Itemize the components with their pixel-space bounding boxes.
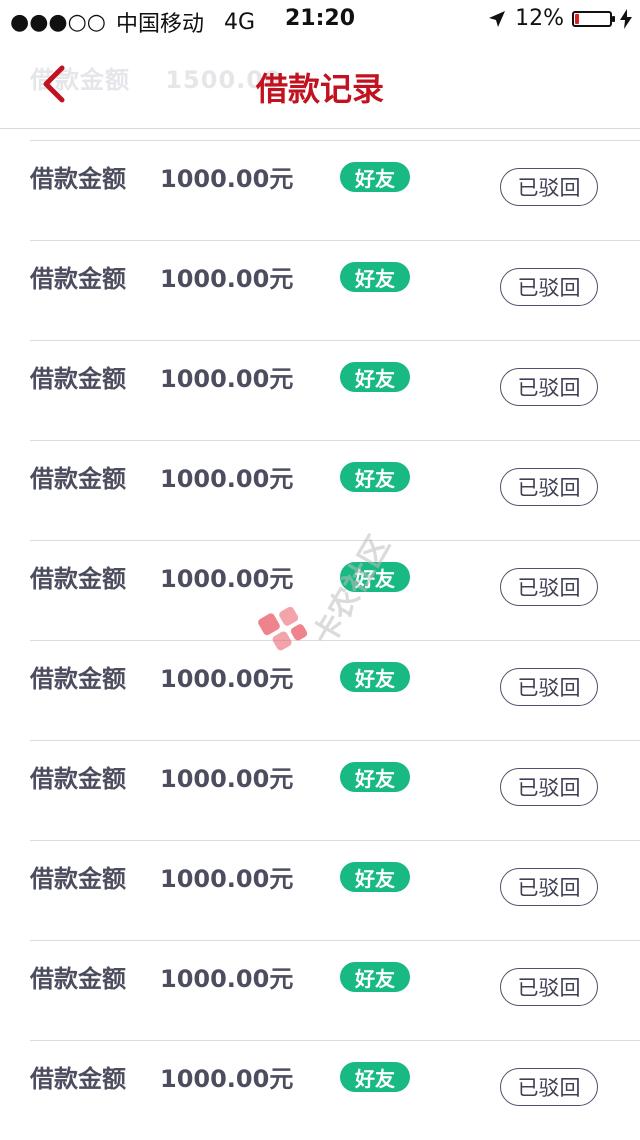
loan-amount-value: 1000.00元: [160, 565, 294, 593]
status-badge: 已驳回: [500, 1068, 598, 1106]
friend-tag: 好友: [340, 862, 410, 892]
status-badge: 已驳回: [500, 768, 598, 806]
loan-amount-label: 借款金额: [30, 565, 126, 593]
loan-amount-label: 借款金额: [30, 665, 126, 693]
loan-amount-label: 借款金额: [30, 165, 126, 193]
friend-tag: 好友: [340, 462, 410, 492]
loan-amount-label: 借款金额: [30, 865, 126, 893]
loan-record-list: 借款金额 1000.00元 好友 已驳回 借款金额 1000.00元 好友 已驳…: [0, 140, 640, 1140]
charging-bolt-icon: [620, 8, 632, 29]
friend-tag: 好友: [340, 662, 410, 692]
status-right: 12%: [487, 6, 632, 31]
list-item[interactable]: 借款金额 1000.00元 好友 已驳回: [30, 940, 640, 1040]
list-item[interactable]: 借款金额 1000.00元 好友 已驳回: [30, 240, 640, 340]
loan-amount-value: 1000.00元: [160, 765, 294, 793]
status-badge: 已驳回: [500, 268, 598, 306]
status-badge: 已驳回: [500, 368, 598, 406]
list-item[interactable]: 借款金额 1000.00元 好友 已驳回: [30, 1040, 640, 1140]
loan-amount-value: 1000.00元: [160, 965, 294, 993]
status-bar: ●●●○○ 中国移动 4G 21:20 12%: [0, 0, 640, 40]
friend-tag: 好友: [340, 362, 410, 392]
page-title: 借款记录: [255, 70, 384, 108]
list-item[interactable]: 借款金额 1000.00元 好友 已驳回: [30, 840, 640, 940]
loan-amount-label: 借款金额: [30, 265, 126, 293]
nav-bar: 借款金额 1500.00 借款记录: [0, 40, 640, 129]
loan-amount-value: 1000.00元: [160, 265, 294, 293]
list-item[interactable]: 借款金额 1000.00元 好友 已驳回: [30, 640, 640, 740]
loan-amount-value: 1000.00元: [160, 365, 294, 393]
list-item[interactable]: 借款金额 1000.00元 好友 已驳回: [30, 440, 640, 540]
status-badge: 已驳回: [500, 568, 598, 606]
loan-amount-value: 1000.00元: [160, 165, 294, 193]
battery-fill: [575, 13, 579, 24]
friend-tag: 好友: [340, 262, 410, 292]
status-badge: 已驳回: [500, 968, 598, 1006]
location-arrow-icon: [489, 10, 506, 27]
battery-icon: [572, 10, 615, 27]
friend-tag: 好友: [340, 1062, 410, 1092]
list-item[interactable]: 借款金额 1000.00元 好友 已驳回: [30, 340, 640, 440]
loan-amount-value: 1000.00元: [160, 865, 294, 893]
loan-amount-label: 借款金额: [30, 465, 126, 493]
list-item[interactable]: 借款金额 1000.00元 好友 已驳回: [30, 740, 640, 840]
status-badge: 已驳回: [500, 868, 598, 906]
loan-amount-label: 借款金额: [30, 965, 126, 993]
loan-amount-value: 1000.00元: [160, 465, 294, 493]
loan-amount-value: 1000.00元: [160, 665, 294, 693]
list-item[interactable]: 借款金额 1000.00元 好友 已驳回: [30, 540, 640, 640]
friend-tag: 好友: [340, 562, 410, 592]
friend-tag: 好友: [340, 162, 410, 192]
loan-amount-value: 1000.00元: [160, 1065, 294, 1093]
loan-amount-label: 借款金额: [30, 765, 126, 793]
status-badge: 已驳回: [500, 468, 598, 506]
loan-amount-label: 借款金额: [30, 365, 126, 393]
friend-tag: 好友: [340, 762, 410, 792]
status-badge: 已驳回: [500, 168, 598, 206]
status-badge: 已驳回: [500, 668, 598, 706]
loan-amount-label: 借款金额: [30, 1065, 126, 1093]
battery-percent: 12%: [515, 6, 564, 31]
friend-tag: 好友: [340, 962, 410, 992]
list-item[interactable]: 借款金额 1000.00元 好友 已驳回: [30, 140, 640, 240]
